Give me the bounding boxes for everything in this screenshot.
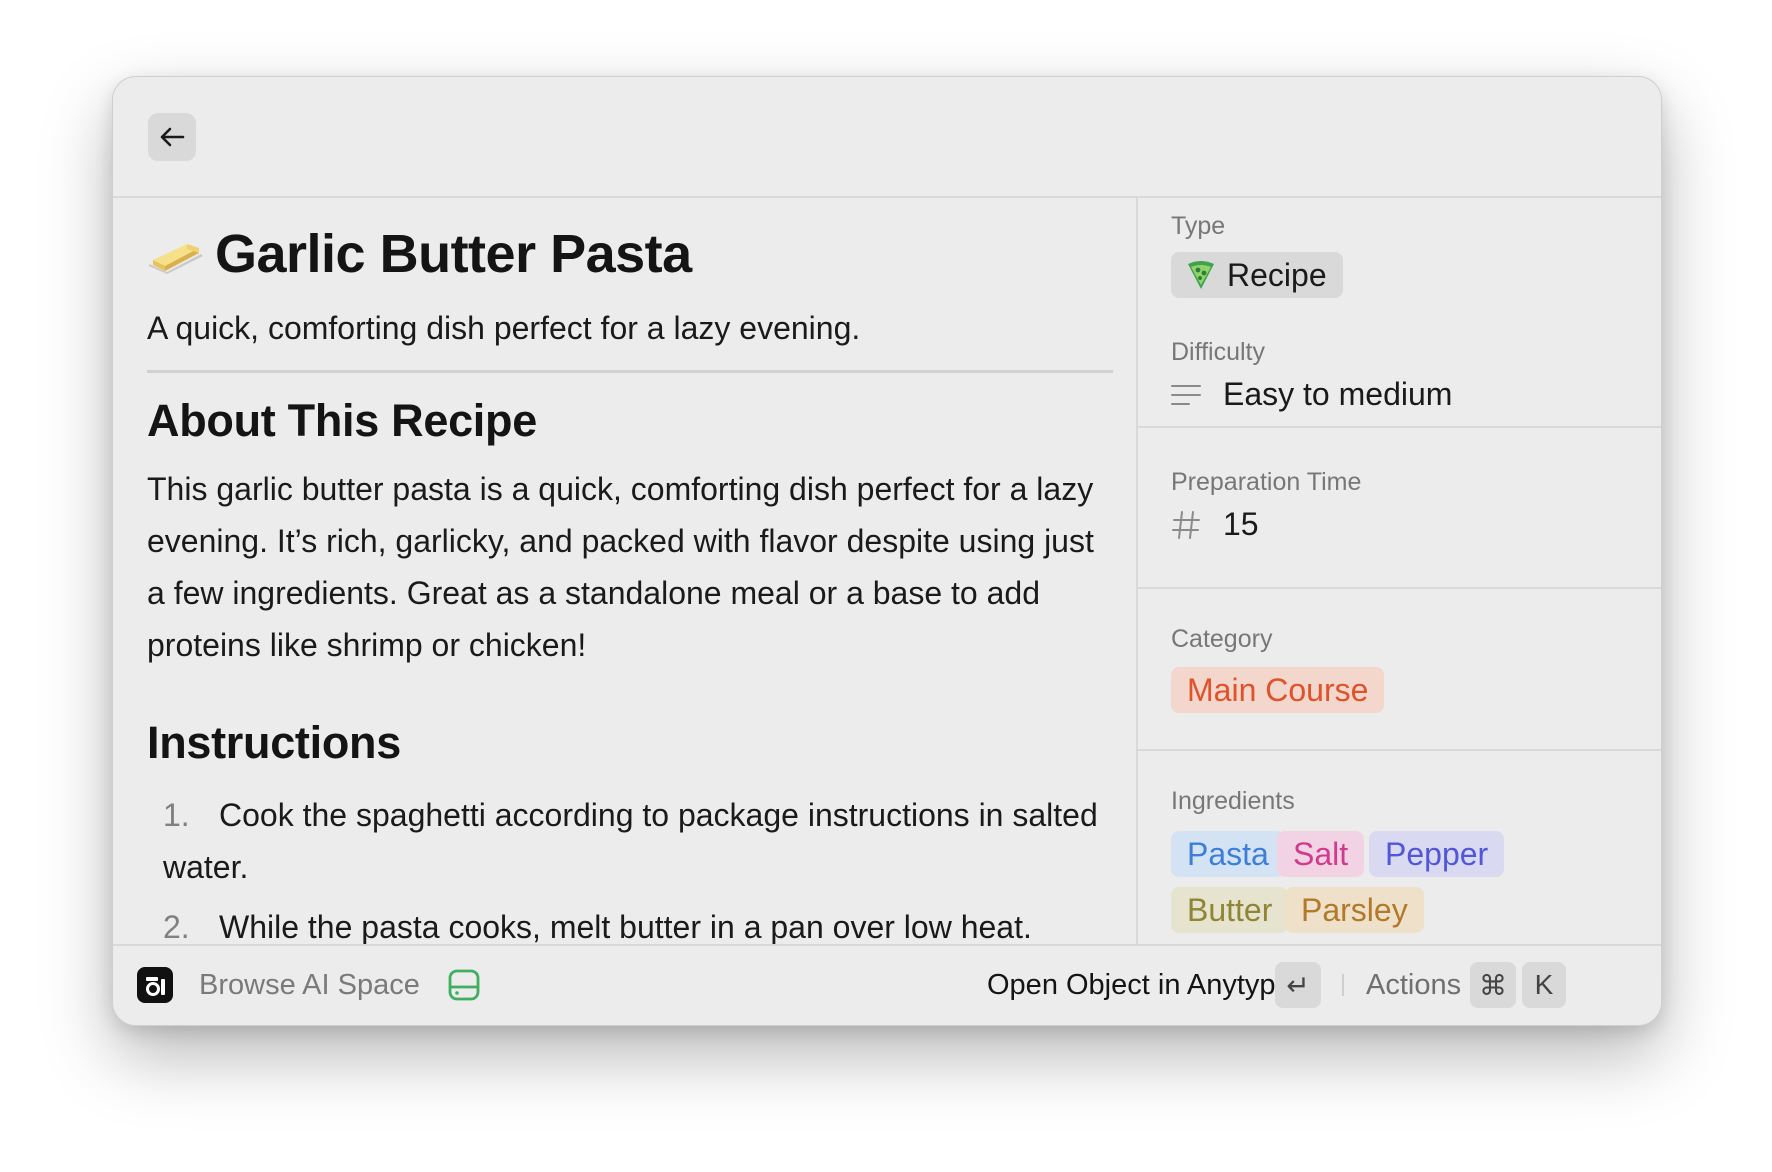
k-key: K (1522, 962, 1566, 1008)
open-in-anytype-label: Open Object in Anytype (987, 969, 1292, 1001)
type-label: Type (1171, 212, 1226, 240)
ingredient-tag-butter[interactable]: Butter (1171, 887, 1289, 933)
category-section: Category Main Course (1138, 589, 1661, 751)
instructions-heading: Instructions (147, 717, 401, 768)
type-tag[interactable]: Recipe (1171, 252, 1343, 298)
butter-emoji-icon (149, 244, 203, 274)
ingredient-tag-pasta[interactable]: Pasta (1171, 831, 1285, 877)
ingredients-label: Ingredients (1171, 787, 1295, 815)
top-bar (113, 77, 1661, 198)
page-description: A quick, comforting dish perfect for a l… (147, 310, 861, 346)
action-bar: Browse AI Space Open Object in Anytype ↵… (113, 944, 1661, 1025)
difficulty-value: Easy to medium (1223, 376, 1453, 412)
type-difficulty-section: Type Recipe Difficulty Easy to medium (1138, 198, 1661, 428)
list-item-number: 1. (163, 797, 190, 833)
list-item: 1. Cook the spaghetti according to packag… (147, 789, 1113, 893)
type-value: Recipe (1227, 256, 1327, 293)
open-in-anytype-button[interactable]: Open Object in Anytype (987, 966, 1292, 1004)
prep-time-value: 15 (1223, 506, 1259, 542)
difficulty-value-row[interactable]: Easy to medium (1171, 376, 1452, 413)
page-title: Garlic Butter Pasta (215, 224, 692, 284)
instructions-list: 1. Cook the spaghetti according to packag… (147, 789, 1113, 953)
actions-button[interactable]: Actions (1366, 966, 1461, 1004)
title-row: Garlic Butter Pasta (147, 224, 1113, 284)
prep-time-value-row[interactable]: 15 (1171, 506, 1259, 543)
ingredient-tag-parsley[interactable]: Parsley (1285, 887, 1424, 933)
extension-window: Garlic Butter Pasta A quick, comforting … (112, 76, 1662, 1026)
number-hash-icon (1172, 510, 1200, 539)
anytype-logo-icon (137, 967, 173, 1003)
separator (1342, 974, 1344, 996)
arrow-left-icon (160, 127, 185, 147)
list-item-text: Cook the spaghetti according to package … (163, 797, 1098, 885)
pizza-icon (1188, 261, 1214, 289)
difficulty-label: Difficulty (1171, 338, 1266, 366)
prep-time-label: Preparation Time (1171, 468, 1362, 496)
category-tag[interactable]: Main Course (1171, 667, 1385, 713)
about-paragraph: This garlic butter pasta is a quick, com… (147, 471, 1094, 663)
enter-key: ↵ (1275, 962, 1321, 1008)
detail-content[interactable]: Garlic Butter Pasta A quick, comforting … (113, 198, 1136, 1023)
list-item-text: While the pasta cooks, melt butter in a … (219, 909, 1032, 945)
command-key: ⌘ (1470, 962, 1516, 1008)
ingredient-tag-pepper[interactable]: Pepper (1369, 831, 1505, 877)
category-label: Category (1171, 625, 1273, 653)
prep-time-section: Preparation Time 15 (1138, 428, 1661, 589)
about-heading: About This Recipe (147, 395, 537, 446)
storage-drive-icon (448, 969, 480, 1001)
ingredient-tag-salt[interactable]: Salt (1277, 831, 1365, 877)
divider (147, 370, 1113, 373)
space-name[interactable]: Browse AI Space (199, 966, 420, 1004)
metadata-sidebar: Type Recipe Difficulty Easy to medium Pr… (1136, 198, 1661, 1023)
back-button[interactable] (148, 113, 196, 161)
text-lines-icon (1171, 384, 1201, 405)
